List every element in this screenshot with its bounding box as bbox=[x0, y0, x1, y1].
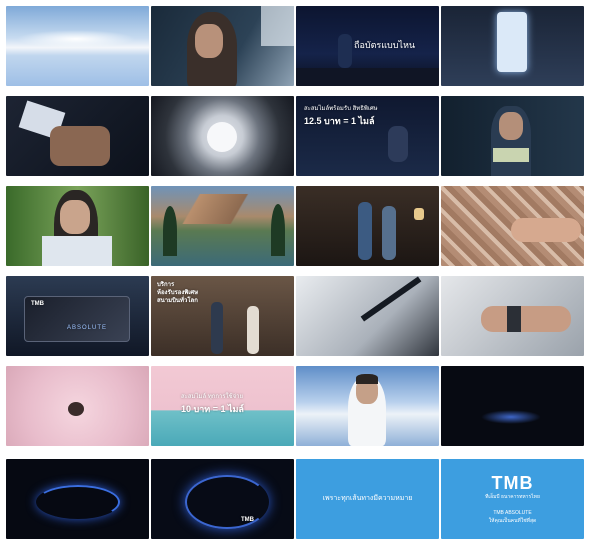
frame-runway-night: ถือบัตรแบบไหน bbox=[296, 6, 439, 86]
frame-tmb-endcard: TMB ทีเอ็มบี ธนาคารทหารไทย TMB ABSOLUTE … bbox=[441, 459, 584, 539]
storyboard-grid: ถือบัตรแบบไหน สะสมไมล์พร้อมรับ สิทธิพิเศ… bbox=[6, 6, 584, 539]
frame-blue-tagline: เพราะทุกเส้นทางมีความหมาย bbox=[296, 459, 439, 539]
frame-pen-writing bbox=[296, 276, 439, 356]
endcard-sub-3: ให้คุณเป็นคนที่ใช่ที่สุด bbox=[488, 518, 537, 524]
phone-screen bbox=[497, 12, 527, 72]
credit-card: TMB ABSOLUTE bbox=[24, 296, 130, 342]
caption-line-1: บริการ bbox=[157, 282, 175, 288]
frame-textile-hand bbox=[441, 186, 584, 266]
frame-lounge-staff bbox=[296, 186, 439, 266]
frame-pink-sand bbox=[6, 366, 149, 446]
frame-man-clouds bbox=[296, 366, 439, 446]
card-brand: TMB bbox=[31, 301, 44, 307]
frame-credit-card: TMB ABSOLUTE bbox=[6, 276, 149, 356]
tmb-logo: TMB bbox=[491, 473, 534, 493]
frame-jet-engine bbox=[151, 96, 294, 176]
tagline-text: เพราะทุกเส้นทางมีความหมาย bbox=[322, 495, 413, 502]
caption-line-3: สนามบินทั่วโลก bbox=[157, 298, 198, 304]
frame-card-glow bbox=[6, 459, 149, 539]
frame-dark-arc bbox=[441, 366, 584, 446]
frame-garden-portrait bbox=[6, 186, 149, 266]
endcard-sub-1: ทีเอ็มบี ธนาคารทหารไทย bbox=[485, 494, 540, 500]
caption-line-2: 10 บาท = 1 ไมล์ bbox=[181, 404, 244, 414]
frame-man-reading bbox=[441, 96, 584, 176]
caption-line-1: สะสมไมล์ ทุกการใช้จ่าย bbox=[181, 394, 244, 400]
caption-line-2: ห้องรับรองพิเศษ bbox=[157, 290, 199, 296]
caption-text: ถือบัตรแบบไหน bbox=[354, 40, 416, 50]
endcard-sub-2: TMB ABSOLUTE bbox=[493, 510, 532, 516]
caption-line-2: 12.5 บาท = 1 ไมล์ bbox=[304, 116, 375, 126]
frame-hand-card bbox=[6, 96, 149, 176]
frame-man-window bbox=[151, 6, 294, 86]
frame-beach-miles: สะสมไมล์ ทุกการใช้จ่าย 10 บาท = 1 ไมล์ bbox=[151, 366, 294, 446]
frame-watch-wrist bbox=[441, 276, 584, 356]
caption-line-1: สะสมไมล์พร้อมรับ สิทธิพิเศษ bbox=[304, 106, 378, 112]
frame-mountain-lake bbox=[151, 186, 294, 266]
frame-cabin-miles: สะสมไมล์พร้อมรับ สิทธิพิเศษ 12.5 บาท = 1… bbox=[296, 96, 439, 176]
frame-airport-lounge: บริการ ห้องรับรองพิเศษ สนามบินทั่วโลก bbox=[151, 276, 294, 356]
card-name: ABSOLUTE bbox=[67, 325, 108, 331]
frame-phone-app bbox=[441, 6, 584, 86]
frame-sky-reflection bbox=[6, 6, 149, 86]
frame-card-logo: TMB bbox=[151, 459, 294, 539]
card-logo-text: TMB bbox=[241, 517, 254, 523]
